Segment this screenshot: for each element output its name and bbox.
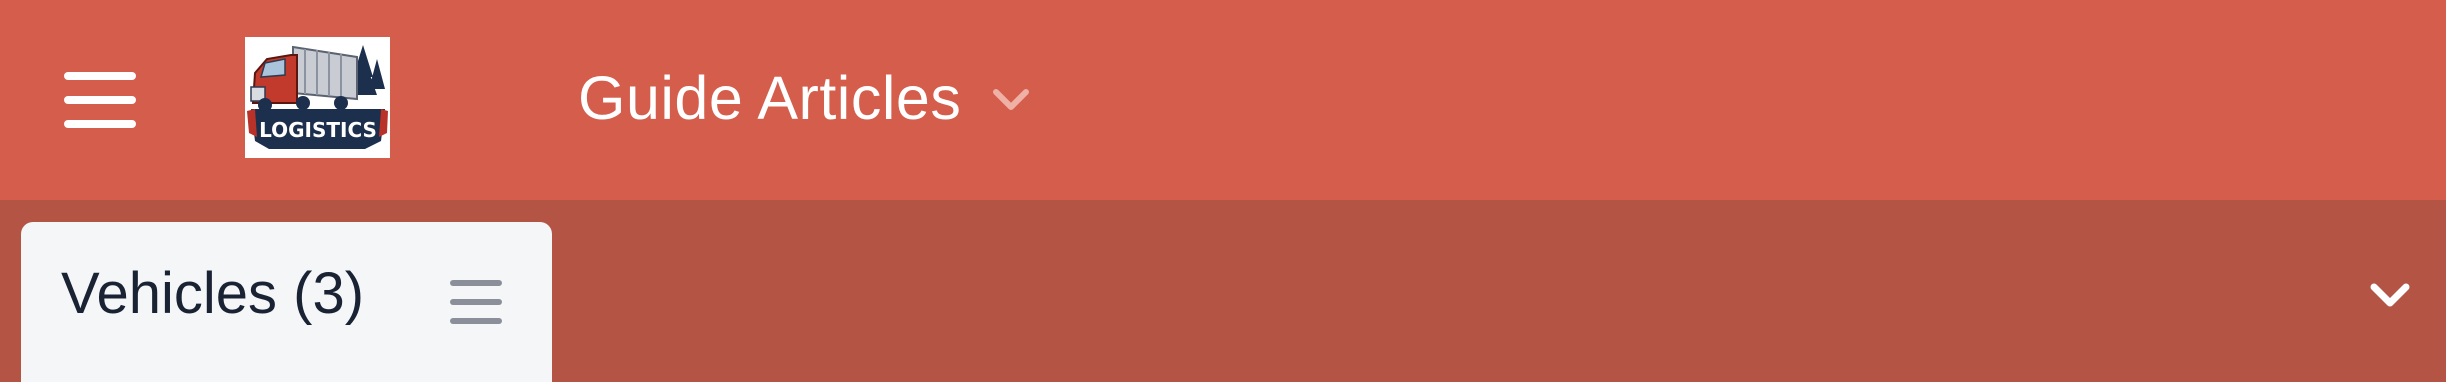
- logistics-truck-logo-icon: LOGISTICS: [245, 37, 390, 158]
- hamburger-menu-button[interactable]: [50, 50, 150, 150]
- logo-text: LOGISTICS: [259, 118, 377, 142]
- company-logo[interactable]: LOGISTICS: [245, 37, 390, 158]
- page-title: Guide Articles: [578, 64, 962, 132]
- hamburger-menu-icon: [64, 72, 136, 128]
- top-app-bar: LOGISTICS Guide Articles: [0, 0, 2446, 200]
- expand-tabs-button[interactable]: [2355, 270, 2425, 320]
- title-chevron-button[interactable]: [991, 86, 1031, 114]
- chevron-down-icon: [2370, 283, 2410, 307]
- tab-vehicles[interactable]: Vehicles (3): [21, 222, 552, 382]
- tab-vehicles-label: Vehicles (3): [61, 261, 365, 326]
- page-title-dropdown[interactable]: Guide Articles: [578, 52, 1031, 144]
- chevron-down-icon: [993, 89, 1030, 110]
- list-menu-icon[interactable]: [446, 272, 506, 332]
